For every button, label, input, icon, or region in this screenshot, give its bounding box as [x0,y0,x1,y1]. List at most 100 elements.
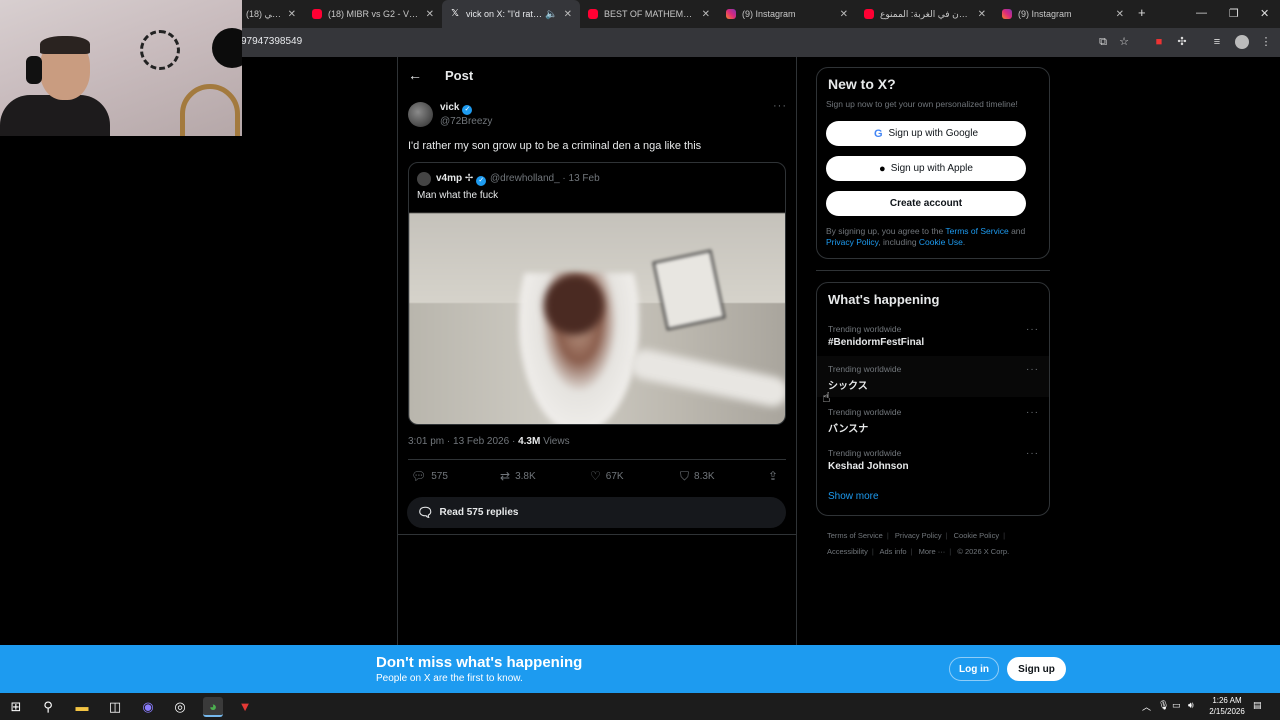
webcam-background-chair [180,84,240,136]
media-control-icon[interactable]: ≡ [1210,35,1224,49]
footer-more-link[interactable]: More ··· [919,547,946,556]
cookie-use-link[interactable]: Cookie Use [919,237,963,247]
tab-close-icon[interactable]: ✕ [1116,9,1124,20]
log-in-button[interactable]: Log in [949,657,999,681]
more-options-icon[interactable]: ··· [1026,364,1039,375]
windows-taskbar: ⊞ ⚲ ▬ ◫ ◉ ◎ ◕ ▼ ︿ 🎙︎ ▭ 🔊︎ 1:26 AM 2/15/2… [0,693,1280,720]
author-name[interactable]: vick [440,102,459,113]
show-more-link[interactable]: Show more [828,491,879,502]
tab-close-icon[interactable]: ✕ [978,9,986,20]
sign-up-button[interactable]: Sign up [1007,657,1066,681]
address-bar[interactable]: 97947398549 [241,36,302,47]
quote-video[interactable] [409,213,785,424]
signup-banner: Don't miss what's happening People on X … [0,645,1280,693]
footer-cookie-link[interactable]: Cookie Policy [954,531,999,540]
reply-button[interactable]: 💬︎ 575 [411,469,448,483]
footer-copyright: © 2026 X Corp. [957,547,1010,556]
more-options-icon[interactable]: ··· [773,100,787,112]
new-to-x-title: New to X? [828,76,896,92]
footer-terms-link[interactable]: Terms of Service [827,531,883,540]
back-arrow-icon[interactable]: ← [408,67,422,83]
tab-youtube-arabic[interactable]: مسجون في الغربة: الممنوع ✕ [856,0,994,28]
trend-item[interactable]: Trending worldwide #BenidormFestFinal ··… [817,320,1049,361]
clock-time[interactable]: 1:26 AM [1207,696,1247,705]
tray-chevron-icon[interactable]: ︿ [1142,700,1151,713]
bookmark-star-icon[interactable]: ☆ [1117,35,1131,49]
privacy-policy-link[interactable]: Privacy Policy [826,237,878,247]
hand-cursor-icon: ☝ [822,389,831,405]
tab-close-icon[interactable]: ✕ [288,9,296,20]
tab-title: (9) Instagram [742,9,796,19]
tab-x-post[interactable]: 𝕏 vick on X: "I'd rather m 🔈 ✕ [442,0,580,28]
trend-context: Trending worldwide [828,324,902,334]
tab-youtube-documentary[interactable]: (18) وثائقي ✕ [238,0,304,28]
restore-icon[interactable]: ❐ [1229,7,1239,20]
tab-title: (18) وثائقي [246,8,282,19]
author-handle[interactable]: @72Breezy [440,116,492,127]
terms-of-service-link[interactable]: Terms of Service [945,226,1008,236]
sidebar-footer: Terms of Service | Privacy Policy | Cookie… [827,531,1010,556]
window-close-icon[interactable]: ✕ [1260,7,1269,20]
trend-name: Keshad Johnson [828,461,909,472]
obs-icon[interactable]: ◎ [170,697,190,717]
youtube-icon [588,9,598,19]
more-options-icon[interactable]: ··· [1026,407,1039,418]
tab-close-icon[interactable]: ✕ [840,9,848,20]
footer-ads-link[interactable]: Ads info [879,547,906,556]
file-explorer-icon[interactable]: ▬ [72,697,92,717]
repost-button[interactable]: ⇄ 3.8K [500,469,536,483]
windows-start-icon[interactable]: ⊞ [6,697,26,717]
more-options-icon[interactable]: ··· [1026,324,1039,335]
tab-close-icon[interactable]: ✕ [702,9,710,20]
more-options-icon[interactable]: ··· [1026,448,1039,459]
read-replies-button[interactable]: 🗨︎ Read 575 replies [407,497,786,528]
footer-privacy-link[interactable]: Privacy Policy [895,531,942,540]
volume-icon[interactable]: 🔊︎ [1188,700,1194,711]
create-account-button[interactable]: Create account [826,191,1026,216]
sign-up-apple-button[interactable]: ● Sign up with Apple [826,156,1026,181]
webcam-headset [26,56,42,84]
trend-item[interactable]: Trending worldwide Keshad Johnson ··· [817,444,1049,485]
sign-up-google-button[interactable]: G Sign up with Google [826,121,1026,146]
tab-instagram-1[interactable]: (9) Instagram ✕ [718,0,856,28]
network-icon[interactable]: ▭ [1172,700,1181,711]
author-avatar[interactable] [408,102,433,127]
extension-badge-icon[interactable]: ■ [1152,35,1166,49]
clock-date[interactable]: 2/15/2026 [1204,707,1250,716]
minimize-icon[interactable]: — [1196,7,1207,19]
trend-item[interactable]: Trending worldwide バンスナ ··· [817,403,1049,444]
profile-avatar-icon[interactable] [1235,35,1249,49]
chrome-icon[interactable]: ◕ [203,697,223,717]
app-icon[interactable]: ▼ [235,697,255,717]
footer-accessibility-link[interactable]: Accessibility [827,547,868,556]
tab-close-icon[interactable]: ✕ [426,9,434,20]
speaker-icon[interactable]: 🔈 [545,9,557,20]
new-tab-button[interactable]: + [1138,5,1146,20]
like-button[interactable]: ♡ 67K [590,469,624,483]
terms-notice: By signing up, you agree to the Terms of… [826,226,1041,248]
bookmark-button[interactable]: ⛉ 8.3K [680,469,715,484]
instagram-icon [726,9,736,19]
author-name-row[interactable]: vick ✓ [440,102,473,115]
store-icon[interactable]: ◫ [105,697,125,717]
tab-mibr-vs-g2[interactable]: (18) MIBR vs G2 - VCT Am ✕ [304,0,442,28]
install-app-icon[interactable]: ⧉ [1096,35,1110,49]
extensions-puzzle-icon[interactable]: ✣ [1175,35,1189,49]
browser-menu-icon[interactable]: ⋮ [1259,35,1273,49]
search-icon[interactable]: ⚲ [38,697,58,717]
tab-instagram-2[interactable]: (9) Instagram ✕ [994,0,1132,28]
discord-icon[interactable]: ◉ [138,697,158,717]
quoted-tweet[interactable]: v4mp ✢ ✓ @drewholland_ · 13 Feb Man what … [408,162,786,425]
microphone-icon[interactable]: 🎙︎ [1158,700,1169,711]
new-to-x-subtitle: Sign up now to get your own personalized… [826,99,1018,109]
webcam-person-hair [40,36,90,54]
tab-close-icon[interactable]: ✕ [564,9,572,20]
tab-best-of-mathematicien[interactable]: BEST OF MATHEMATICIEN ✕ [580,0,718,28]
google-icon: G [873,127,883,140]
notifications-icon[interactable]: ▤ [1253,700,1262,711]
share-button[interactable]: ⇪ [768,469,783,483]
quote-author-handle: @drewholland_ · 13 Feb [490,173,600,184]
trend-item[interactable]: Trending worldwide シックス ··· [817,356,1049,397]
tweet-timestamp[interactable]: 3:01 pm · 13 Feb 2026 · [408,436,518,447]
share-icon: ⇪ [768,469,779,483]
